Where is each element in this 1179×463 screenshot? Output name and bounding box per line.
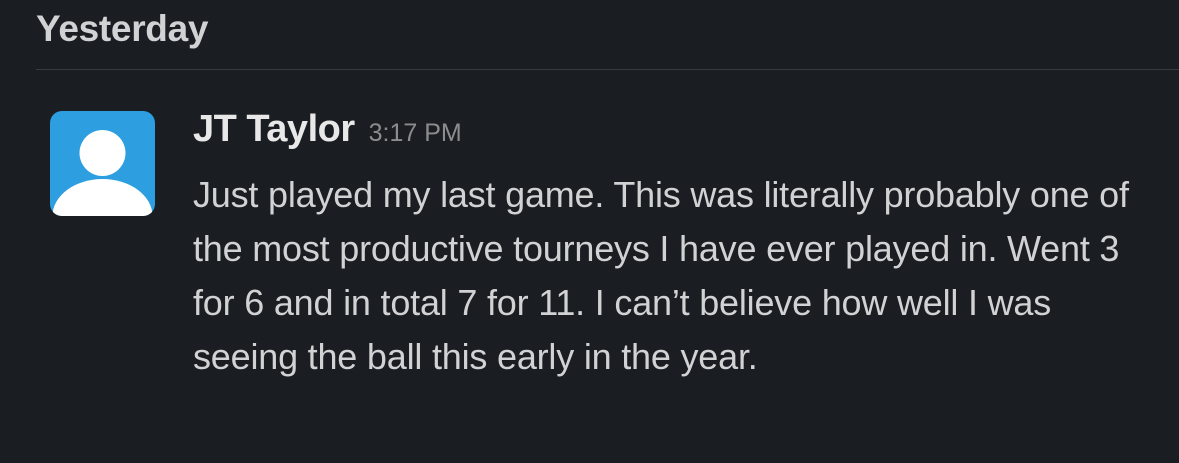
day-divider-label: Yesterday <box>36 8 209 49</box>
author-name[interactable]: JT Taylor <box>193 108 355 151</box>
message-header: JT Taylor 3:17 PM <box>193 108 1143 164</box>
day-divider-line <box>36 69 1179 70</box>
default-user-avatar-icon <box>52 130 153 216</box>
user-avatar[interactable] <box>50 111 155 216</box>
message-text: Just played my last game. This was liter… <box>193 174 1129 377</box>
message-body: JT Taylor 3:17 PM Just played my last ga… <box>193 108 1143 384</box>
message-timestamp[interactable]: 3:17 PM <box>369 119 462 148</box>
